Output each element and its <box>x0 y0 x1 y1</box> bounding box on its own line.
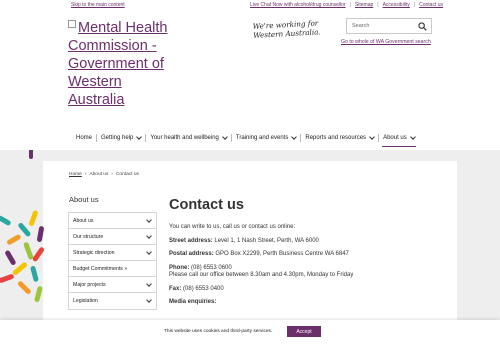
chevron-down-icon[interactable] <box>146 280 152 287</box>
media-enquiries-label: Media enquiries: <box>169 299 217 305</box>
side-nav-label: Strategic direction <box>73 249 115 256</box>
fax-label: Fax: <box>169 285 182 292</box>
breadcrumb-separator: › <box>111 172 113 177</box>
chevron-down-icon[interactable] <box>146 216 152 223</box>
postal-address-label: Postal address: <box>169 251 214 257</box>
fax-value: (08) 6553 0400 <box>183 285 224 292</box>
main-nav: Home Getting help Your health and wellbe… <box>72 132 419 147</box>
decorative-shapes-graphic <box>0 210 45 302</box>
phone-label: Phone: <box>169 264 190 271</box>
accessibility-link[interactable]: Accessibility <box>383 2 410 8</box>
live-chat-link[interactable]: Live Chat Now with alcohol/drug counsell… <box>250 2 346 8</box>
search-input[interactable] <box>347 23 417 29</box>
logo-alt-text: Mental Health Commission - Government of… <box>68 20 168 108</box>
breadcrumb-current: Contact us <box>115 172 139 177</box>
search-icon[interactable] <box>418 22 427 31</box>
utility-separator: | <box>349 2 351 8</box>
nav-item-reports-resources[interactable]: Reports and resources <box>301 132 378 144</box>
intro-text: You can write to us, call us or contact … <box>169 224 296 230</box>
cookie-message: This website uses cookies and third-part… <box>164 329 273 334</box>
broken-image-icon <box>68 20 76 28</box>
breadcrumb-home[interactable]: Home <box>69 172 82 177</box>
nav-item-training-events[interactable]: Training and events <box>232 132 300 144</box>
nav-item-getting-help[interactable]: Getting help <box>97 132 145 144</box>
decorative-tab <box>29 150 33 159</box>
side-nav-label: Budget Commitments » <box>73 265 128 272</box>
nav-item-label: Home <box>76 135 93 141</box>
side-nav-label: Legislation <box>73 298 98 304</box>
chevron-down-icon <box>222 134 228 140</box>
nav-item-health-wellbeing[interactable]: Your health and wellbeing <box>146 132 231 144</box>
nav-item-home[interactable]: Home <box>72 132 96 144</box>
page-title: Contact us <box>169 197 244 213</box>
street-address-value: Level 1, 1 Nash Street, Perth, WA 6000 <box>214 237 319 244</box>
side-nav-title: About us <box>69 195 99 204</box>
street-address-label: Street address: <box>169 237 213 244</box>
side-nav: About us Our structure Strategic directi… <box>68 212 157 310</box>
chevron-down-icon[interactable] <box>146 297 152 303</box>
nav-item-about-us[interactable]: About us <box>379 132 419 147</box>
utility-links: Live Chat Now with alcohol/drug counsell… <box>250 2 443 8</box>
chevron-down-icon[interactable] <box>146 248 152 255</box>
postal-address-value: GPO Box X2299, Perth Business Centre WA … <box>215 251 349 257</box>
breadcrumb-separator: › <box>84 172 87 177</box>
skip-to-content-link[interactable]: Skip to the main content <box>71 2 125 8</box>
site-logo-link[interactable]: Mental Health Commission - Government of… <box>68 19 168 109</box>
side-nav-item-about-us[interactable]: About us <box>69 213 156 229</box>
utility-separator: | <box>413 2 416 8</box>
breadcrumb-about-us[interactable]: About us <box>89 172 108 177</box>
media-enquiries: Media enquiries: <box>169 299 429 307</box>
cookie-banner: This website uses cookies and third-part… <box>0 320 500 348</box>
phone-hours: Please call our office between 8.30am an… <box>169 272 354 278</box>
wa-government-tagline: We're working for Western Australia. <box>252 18 321 40</box>
chevron-down-icon <box>136 134 143 140</box>
search-box <box>346 18 432 34</box>
nav-item-label: About us <box>383 135 407 141</box>
chevron-down-icon <box>369 134 375 140</box>
side-nav-label: Our structure <box>73 233 104 240</box>
side-nav-item-budget-commitments[interactable]: Budget Commitments » <box>69 261 156 277</box>
nav-item-label: Training and events <box>235 135 289 141</box>
phone-value[interactable]: (08) 6553 0600 <box>191 265 232 271</box>
side-nav-item-strategic-direction[interactable]: Strategic direction <box>69 245 156 261</box>
accept-cookies-button[interactable]: Accept <box>287 326 321 337</box>
street-address: Street address: Level 1, 1 Nash Street, … <box>169 238 429 246</box>
nav-item-label: Getting help <box>101 135 134 141</box>
nav-item-label: Reports and resources <box>305 135 367 141</box>
side-nav-label: Major projects <box>73 281 106 288</box>
fax: Fax: (08) 6553 0400 <box>169 286 429 294</box>
side-nav-item-major-projects[interactable]: Major projects <box>69 277 156 293</box>
contact-us-link[interactable]: Contact us <box>419 2 443 8</box>
side-nav-item-legislation[interactable]: Legislation <box>69 293 156 309</box>
chevron-down-icon <box>409 134 416 140</box>
side-nav-label: About us <box>73 217 94 224</box>
chevron-down-icon[interactable] <box>146 232 152 239</box>
chevron-down-icon <box>291 134 298 140</box>
nav-item-label: Your health and wellbeing <box>150 135 219 141</box>
breadcrumb: Home › About us › Contact us <box>69 172 139 177</box>
phone: Phone: (08) 6553 0600 Please call our off… <box>169 265 429 280</box>
postal-address: Postal address: GPO Box X2299, Perth Bus… <box>169 251 429 259</box>
wa-government-search-link[interactable]: Go to whole of WA Government search <box>341 39 431 45</box>
sitemap-link[interactable]: Sitemap <box>355 2 373 8</box>
side-nav-item-our-structure[interactable]: Our structure <box>69 229 156 245</box>
contact-details: You can write to us, call us or contact … <box>169 224 429 313</box>
utility-separator: | <box>377 2 379 8</box>
